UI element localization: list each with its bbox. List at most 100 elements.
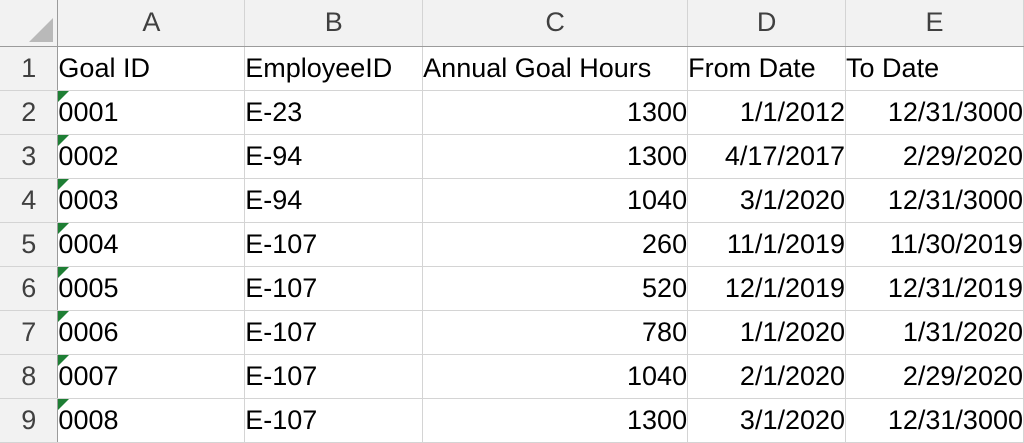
cell-c7[interactable]: 780 [422,310,689,355]
cell-d8[interactable]: 2/1/2020 [687,354,847,399]
cell-b5[interactable]: E-107 [244,222,424,267]
cell-value: 12/31/3000 [887,404,1023,435]
cell-b6[interactable]: E-107 [244,266,424,311]
cell-d4[interactable]: 3/1/2020 [687,178,847,223]
row-header[interactable]: 8 [0,354,59,399]
cell-d5[interactable]: 11/1/2019 [687,222,847,267]
number-stored-as-text-indicator-icon [58,222,70,234]
cell-a7[interactable]: 0006 [57,310,246,355]
cell-value: E-94 [245,184,303,215]
row-header[interactable]: 5 [0,222,59,267]
worksheet-table: A B C D E 1 Goal ID EmployeeID Annual Goal … [0,0,1024,443]
cell-value: 4/17/2017 [724,140,846,171]
cell-c8[interactable]: 1040 [422,354,689,399]
cell-value: 3/1/2020 [739,184,846,215]
row-header[interactable]: 4 [0,178,59,223]
cell-a2[interactable]: 0001 [57,90,246,135]
cell-value: E-23 [245,96,303,127]
table-row: 9 0008 E-107 1300 3/1/2020 12/31/3000 [0,398,1024,443]
cell-e4[interactable]: 12/31/3000 [845,178,1024,223]
cell-value: 2/1/2020 [739,360,846,391]
cell-d9[interactable]: 3/1/2020 [687,398,847,443]
number-stored-as-text-indicator-icon [58,310,70,322]
cell-value: 780 [642,316,688,347]
cell-e5[interactable]: 11/30/2019 [845,222,1024,267]
cell-b4[interactable]: E-94 [244,178,424,223]
table-row: 6 0005 E-107 520 12/1/2019 12/31/2019 [0,266,1024,311]
row-header[interactable]: 6 [0,266,59,311]
cell-d1[interactable]: From Date [687,46,847,91]
cell-e9[interactable]: 12/31/3000 [845,398,1024,443]
cell-a1[interactable]: Goal ID [57,46,246,91]
cell-e6[interactable]: 12/31/2019 [845,266,1024,311]
cell-value: EmployeeID [245,52,393,83]
cell-value: To Date [846,52,940,83]
cell-a6[interactable]: 0005 [57,266,246,311]
cell-a3[interactable]: 0002 [57,134,246,179]
cell-e7[interactable]: 1/31/2020 [845,310,1024,355]
cell-value: 2/29/2020 [902,140,1023,171]
cell-value: E-107 [245,272,318,303]
cell-b3[interactable]: E-94 [244,134,424,179]
cell-b1[interactable]: EmployeeID [244,46,424,91]
cell-a5[interactable]: 0004 [57,222,246,267]
cell-b2[interactable]: E-23 [244,90,424,135]
cell-c2[interactable]: 1300 [422,90,689,135]
cell-c5[interactable]: 260 [422,222,689,267]
number-stored-as-text-indicator-icon [58,398,70,410]
table-row: 8 0007 E-107 1040 2/1/2020 2/29/2020 [0,354,1024,399]
column-header-a[interactable]: A [57,0,246,47]
number-stored-as-text-indicator-icon [58,178,70,190]
cell-value: 11/1/2019 [726,228,846,259]
cell-value: 1/1/2020 [739,316,846,347]
cell-a9[interactable]: 0008 [57,398,246,443]
column-header-c[interactable]: C [422,0,689,47]
select-all-triangle-icon [29,17,54,42]
cell-value: 12/31/3000 [887,184,1023,215]
cell-value: E-107 [245,404,318,435]
column-header-b[interactable]: B [244,0,424,47]
cell-b7[interactable]: E-107 [244,310,424,355]
number-stored-as-text-indicator-icon [58,90,70,102]
cell-d6[interactable]: 12/1/2019 [687,266,847,311]
row-header[interactable]: 3 [0,134,59,179]
cell-c4[interactable]: 1040 [422,178,689,223]
cell-c1[interactable]: Annual Goal Hours [422,46,689,91]
cell-value: E-94 [245,140,303,171]
cell-value: 12/1/2019 [724,272,846,303]
cell-c6[interactable]: 520 [422,266,689,311]
cell-e8[interactable]: 2/29/2020 [845,354,1024,399]
cell-a4[interactable]: 0003 [57,178,246,223]
cell-value: 1300 [627,140,688,171]
column-header-d[interactable]: D [687,0,847,47]
cell-e2[interactable]: 12/31/3000 [845,90,1024,135]
cell-value: Annual Goal Hours [423,52,652,83]
select-all-button[interactable] [0,0,59,47]
cell-value: 1040 [627,184,688,215]
row-header[interactable]: 2 [0,90,59,135]
cell-value: Goal ID [58,52,150,83]
cell-e1[interactable]: To Date [845,46,1024,91]
cell-c3[interactable]: 1300 [422,134,689,179]
cell-e3[interactable]: 2/29/2020 [845,134,1024,179]
cell-value: 12/31/3000 [887,96,1023,127]
cell-d3[interactable]: 4/17/2017 [687,134,847,179]
cell-b8[interactable]: E-107 [244,354,424,399]
column-header-row: A B C D E [0,0,1024,47]
row-header[interactable]: 1 [0,46,59,91]
cell-value: 11/30/2019 [889,228,1023,259]
cell-d2[interactable]: 1/1/2012 [687,90,847,135]
column-header-e[interactable]: E [845,0,1024,47]
cell-b9[interactable]: E-107 [244,398,424,443]
cell-value: 520 [642,272,688,303]
row-header[interactable]: 7 [0,310,59,355]
cell-a8[interactable]: 0007 [57,354,246,399]
table-row: 4 0003 E-94 1040 3/1/2020 12/31/3000 [0,178,1024,223]
cell-d7[interactable]: 1/1/2020 [687,310,847,355]
table-row: 1 Goal ID EmployeeID Annual Goal Hours From … [0,46,1024,91]
cell-c9[interactable]: 1300 [422,398,689,443]
number-stored-as-text-indicator-icon [58,266,70,278]
table-row: 3 0002 E-94 1300 4/17/2017 2/29/2020 [0,134,1024,179]
cell-value: 1/31/2020 [902,316,1023,347]
row-header[interactable]: 9 [0,398,59,443]
